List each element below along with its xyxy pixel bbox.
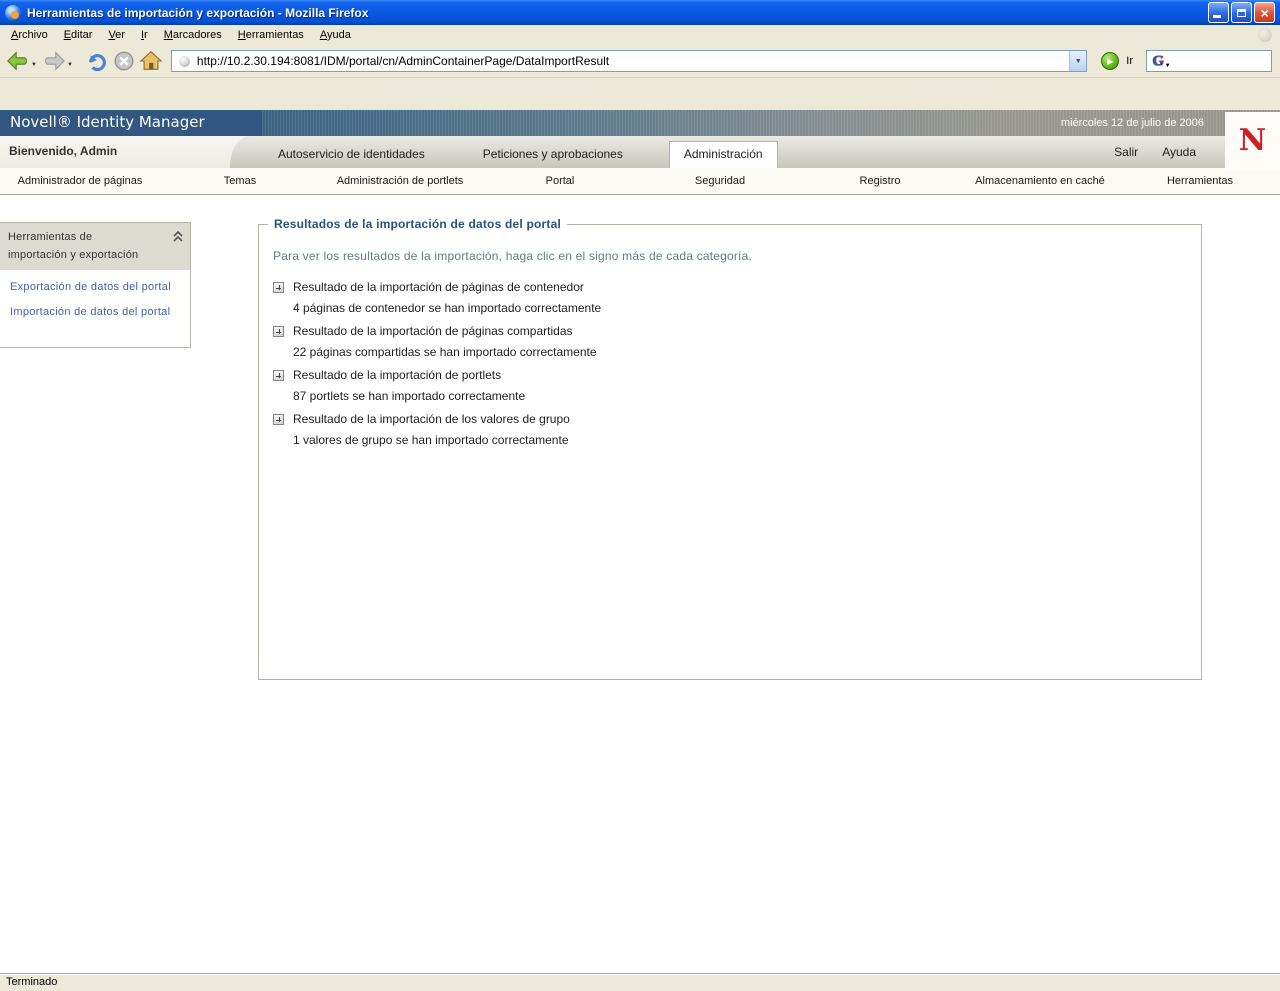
subnav-registro[interactable]: Registro <box>800 168 960 194</box>
result-item: Resultado de la importación de páginas c… <box>273 324 1201 359</box>
url-history-dropdown[interactable] <box>1069 51 1087 71</box>
subnav-temas[interactable]: Temas <box>160 168 320 194</box>
brand-title: Novell® Identity Manager <box>0 110 262 136</box>
menu-herramientas[interactable]: Herramientas <box>230 26 312 44</box>
close-button[interactable] <box>1254 2 1275 23</box>
restore-icon <box>1237 8 1246 17</box>
page-top-strip <box>0 79 1280 110</box>
back-dropdown-icon[interactable] <box>31 62 37 68</box>
tab-administracion[interactable]: Administración <box>668 141 778 168</box>
results-panel-title: Resultados de la importación de datos de… <box>268 217 567 231</box>
tab-autoservicio-de-identidades[interactable]: Autoservicio de identidades <box>262 141 441 168</box>
go-label: Ir <box>1126 55 1133 67</box>
status-bar: Terminado <box>0 973 1280 991</box>
subnav-administrador-de-paginas[interactable]: Administrador de páginas <box>0 168 160 194</box>
current-date: miércoles 12 de julio de 2006 <box>1060 117 1204 129</box>
window-titlebar: Herramientas de importación y exportació… <box>0 0 1280 25</box>
back-arrow-icon <box>7 51 27 71</box>
navigation-toolbar: http://10.2.30.194:8081/IDM/portal/cn/Ad… <box>0 45 1280 78</box>
tab-peticiones-y-aprobaciones[interactable]: Peticiones y aprobaciones <box>467 141 639 168</box>
subnav-seguridad[interactable]: Seguridad <box>640 168 800 194</box>
subnav-administracion-de-portlets[interactable]: Administración de portlets <box>320 168 480 194</box>
minimize-icon <box>1213 15 1221 18</box>
back-button[interactable] <box>6 49 39 73</box>
subnav-portal[interactable]: Portal <box>480 168 640 194</box>
result-item: Resultado de la importación de páginas d… <box>273 280 1201 315</box>
menu-editar[interactable]: Editar <box>56 26 101 44</box>
search-input[interactable]: G <box>1146 50 1272 72</box>
result-title: Resultado de la importación de portlets <box>293 368 502 382</box>
menu-marcadores[interactable]: Marcadores <box>156 26 230 44</box>
expand-plus-icon[interactable] <box>273 369 284 381</box>
stop-button[interactable] <box>112 49 136 73</box>
novell-logo-box: N <box>1225 112 1280 170</box>
reload-icon <box>88 54 106 71</box>
google-icon: G <box>1152 52 1164 69</box>
header-texture: miércoles 12 de julio de 2006 <box>262 110 1280 136</box>
result-title: Resultado de la importación de los valor… <box>293 412 570 426</box>
novell-n-logo-icon: N <box>1238 123 1267 158</box>
result-detail: 4 páginas de contenedor se han importado… <box>293 301 602 315</box>
go-button[interactable] <box>1101 52 1120 70</box>
session-links: Salir Ayuda <box>1114 145 1196 159</box>
browser-viewport: Novell® Identity Manager miércoles 12 de… <box>0 79 1280 973</box>
sidebar-header: Herramientas de importación y exportació… <box>0 223 190 270</box>
expand-plus-icon[interactable] <box>273 413 284 425</box>
results-list: Resultado de la importación de páginas d… <box>273 280 1201 447</box>
novell-header-bar: Novell® Identity Manager miércoles 12 de… <box>0 110 1280 136</box>
expand-plus-icon[interactable] <box>273 325 284 337</box>
site-icon <box>178 55 190 67</box>
results-panel: Resultados de la importación de datos de… <box>258 217 1202 680</box>
restore-button[interactable] <box>1231 2 1252 23</box>
sidebar-link-importacion[interactable]: Importación de datos del portal <box>10 306 182 318</box>
result-title: Resultado de la importación de páginas d… <box>293 280 584 294</box>
logout-link[interactable]: Salir <box>1114 145 1138 159</box>
sidebar-panel: Herramientas de importación y exportació… <box>0 222 191 348</box>
throbber-icon <box>1258 28 1272 42</box>
sidebar-title-line-2: importación y exportación <box>8 249 139 261</box>
url-bar[interactable]: http://10.2.30.194:8081/IDM/portal/cn/Ad… <box>170 50 1088 72</box>
welcome-row: Bienvenido, Admin Autoservicio de identi… <box>0 136 1280 168</box>
menu-ayuda[interactable]: Ayuda <box>312 26 359 44</box>
result-item: Resultado de la importación de portlets … <box>273 368 1201 403</box>
subnav-herramientas[interactable]: Herramientas <box>1120 168 1280 194</box>
result-title: Resultado de la importación de páginas c… <box>293 324 573 338</box>
result-detail: 87 portlets se han importado correctamen… <box>293 389 526 403</box>
sidebar-link-exportacion[interactable]: Exportación de datos del portal <box>10 281 182 293</box>
menu-ver[interactable]: Ver <box>100 26 133 44</box>
home-button[interactable] <box>139 49 163 73</box>
menu-archivo[interactable]: Archivo <box>3 26 56 44</box>
welcome-text: Bienvenido, Admin <box>9 144 118 158</box>
admin-subnav: Administrador de páginas Temas Administr… <box>0 168 1280 195</box>
sidebar-title-line-1: Herramientas de <box>8 231 93 243</box>
reload-button[interactable] <box>85 49 109 73</box>
forward-dropdown-icon[interactable] <box>67 62 73 68</box>
result-detail: 22 páginas compartidas se han importado … <box>293 345 597 359</box>
subnav-almacenamiento-en-cache[interactable]: Almacenamiento en caché <box>960 168 1120 194</box>
collapse-panel-icon[interactable] <box>172 230 184 242</box>
help-link[interactable]: Ayuda <box>1162 145 1196 159</box>
home-icon <box>139 51 163 70</box>
url-input[interactable]: http://10.2.30.194:8081/IDM/portal/cn/Ad… <box>197 54 1069 68</box>
minimize-button[interactable] <box>1208 2 1229 23</box>
menubar: Archivo Editar Ver Ir Marcadores Herrami… <box>0 25 1280 45</box>
results-intro: Para ver los resultados de la importació… <box>273 249 752 263</box>
stop-icon <box>114 51 134 71</box>
window-title: Herramientas de importación y exportació… <box>27 5 369 20</box>
firefox-icon <box>5 4 21 21</box>
menu-ir[interactable]: Ir <box>133 26 156 44</box>
forward-arrow-icon <box>45 51 65 71</box>
close-icon <box>1260 6 1268 20</box>
result-detail: 1 valores de grupo se han importado corr… <box>293 433 569 447</box>
main-area: Herramientas de importación y exportació… <box>0 195 1280 973</box>
status-text: Terminado <box>6 976 58 988</box>
result-item: Resultado de la importación de los valor… <box>273 412 1201 447</box>
forward-button[interactable] <box>42 49 75 73</box>
search-engine-dropdown-icon[interactable] <box>1165 63 1171 69</box>
main-tabstrip: Autoservicio de identidades Peticiones y… <box>230 136 1225 168</box>
expand-plus-icon[interactable] <box>273 281 284 293</box>
sidebar-links: Exportación de datos del portal Importac… <box>0 270 190 347</box>
